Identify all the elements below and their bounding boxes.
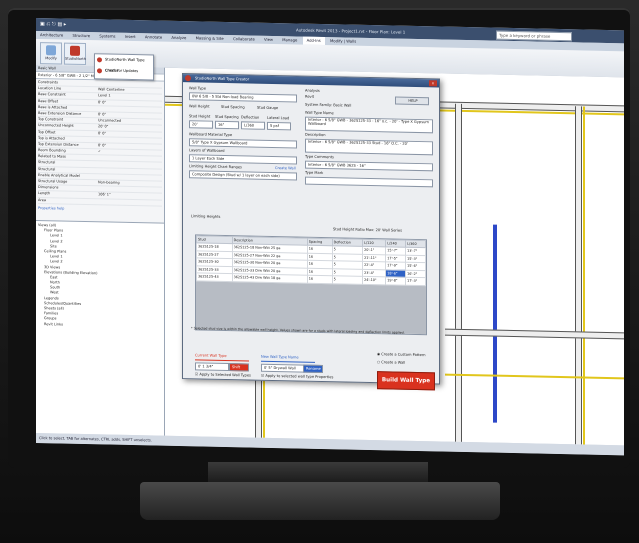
build-wall-type-button[interactable]: Build Wall Type xyxy=(377,371,435,391)
wall-line xyxy=(445,373,624,380)
wall-material-select[interactable]: 5/8" Type X Gypsum Wallboard xyxy=(189,138,297,149)
type-mark-label: Type Mark xyxy=(305,170,324,176)
tab-stud-spacing[interactable]: Stud Spacing xyxy=(221,105,245,109)
menu-item-check-updates[interactable]: Check for Updates xyxy=(95,65,153,77)
option-create-wall[interactable]: ○ Create a Wall xyxy=(377,360,405,365)
current-wall-type-field[interactable]: 0' 1 3/4" xyxy=(195,362,229,372)
radio-label: Create a Custom Pattern xyxy=(381,352,426,358)
description-label: Description xyxy=(305,132,326,138)
new-type-accent xyxy=(261,360,315,363)
new-type-name-field[interactable]: 0' 5" Drywall Wall xyxy=(261,363,305,373)
grid-cell: 24'-10" xyxy=(362,276,386,285)
properties-help-link[interactable]: Properties help xyxy=(38,206,162,213)
monitor-neck xyxy=(208,462,428,484)
deflection-field[interactable]: L/360 xyxy=(241,121,265,130)
update-icon xyxy=(97,68,102,74)
revit-window: ▣ ⎌ ⎋ ▤ ▸ Autodesk Revit 2013 - Project1… xyxy=(36,18,624,456)
tab-stud-gauge[interactable]: Stud Gauge xyxy=(257,106,278,110)
limiting-heights-grid: Stud Description Spacing Deflection L/120 L/2… xyxy=(195,234,427,335)
addin-dropdown: StudioNorth Wall Type Creator Check for … xyxy=(94,53,154,81)
property-name: Area xyxy=(38,197,47,202)
wall-material-label: Wallboard Material Type xyxy=(189,132,233,138)
quick-access-toolbar[interactable]: ▣ ⎌ ⎋ ▤ ▸ xyxy=(40,21,66,28)
wall-line xyxy=(583,106,585,445)
grid-cell: 19'-8" xyxy=(385,276,406,285)
window-title: Autodesk Revit 2013 - Project1.rvt - Flo… xyxy=(296,27,406,35)
checkbox-label: Apply to selected wall type Properties xyxy=(265,373,334,380)
shift-button[interactable]: Shift xyxy=(229,363,249,372)
monitor-stand xyxy=(140,482,500,520)
checkbox-label: Apply to Selected Wall Types xyxy=(199,372,251,378)
stud-height-label: Stud Height xyxy=(189,114,211,119)
rename-button[interactable]: Rename xyxy=(303,364,323,374)
lateral-load-field[interactable]: 5 psf xyxy=(267,121,291,131)
wall-horizontal[interactable] xyxy=(445,328,624,340)
wall-type-label: Wall Type xyxy=(189,86,206,91)
analysis-label: Analysis xyxy=(305,88,320,93)
apply-properties-checkbox[interactable]: ☑ Apply to selected wall type Properties xyxy=(261,374,333,380)
type-mark-field[interactable] xyxy=(305,176,433,188)
layers-select[interactable]: 1 Layer Each Side xyxy=(189,154,297,165)
lateral-load-label: Lateral Load xyxy=(267,115,290,121)
stud-spacing-label: Stud Spacing xyxy=(215,114,239,120)
grid-empty-area xyxy=(196,280,426,334)
radio-label: Create a Wall xyxy=(381,360,406,365)
type-comments-label: Type Comments xyxy=(305,154,334,160)
studionorth-label: StudioNorth xyxy=(65,56,86,62)
limiting-label: Limiting Height Chart Ranges xyxy=(189,164,242,170)
wall-type-name-label: Wall Type Name xyxy=(305,110,334,116)
wall-type-name-field[interactable]: Interior - 6 5/8" GWB - 362S125-33 - 16"… xyxy=(305,116,433,134)
stud-height-field[interactable]: 20' xyxy=(189,120,213,129)
project-browser: Views (all) Floor Plans Level 1 Level 2 Site… xyxy=(36,220,164,436)
properties-panel: Basic Wall Exterior - 6 5/8" GWB - 2 1/2… xyxy=(36,65,165,436)
cursor-icon xyxy=(46,45,56,56)
properties-table: Constraints Location Line Wall Centerline B… xyxy=(36,79,164,213)
apply-selected-checkbox[interactable]: ☑ Apply to Selected Wall Types xyxy=(195,372,251,377)
wall-type-creator-dialog: StudioNorth Wall Type Creator x Wall Typ… xyxy=(182,73,440,391)
grid-cell: 17'-3" xyxy=(405,277,426,286)
family-label: System Family: Basic Wall xyxy=(305,102,352,108)
grid-cell: 362S125-43 xyxy=(196,272,233,282)
close-button[interactable]: x xyxy=(429,80,437,87)
grid-cell: 16 xyxy=(307,275,333,284)
new-type-name-label: New Wall Type Name xyxy=(261,354,299,360)
studionorth-icon xyxy=(70,45,80,56)
current-wall-accent xyxy=(195,359,249,362)
help-button[interactable]: HELP xyxy=(395,96,429,106)
modify-button[interactable]: Modify xyxy=(40,42,62,65)
selected-wall[interactable] xyxy=(493,224,497,423)
studionorth-logo-icon xyxy=(185,75,191,82)
create-wall-link[interactable]: Create Wall xyxy=(275,166,296,170)
layers-label: Layers of Wallboard xyxy=(189,148,225,153)
studionorth-button[interactable]: StudioNorth xyxy=(64,42,86,66)
dialog-title: StudioNorth Wall Type Creator xyxy=(195,76,250,82)
menu-item-label: Check for Updates xyxy=(105,68,139,74)
property-value[interactable] xyxy=(98,199,162,206)
description-field[interactable]: Interior - 6 5/8" GWB - 362S125-33 Stud … xyxy=(305,138,433,156)
wall-type-field[interactable]: 0W 6 5/8 - 5 Std Non-load Bearing xyxy=(189,92,297,103)
type-comments-field[interactable]: Interior - 6 5/8" GWB 362S - 16" xyxy=(305,160,433,172)
search-input[interactable]: Type a keyword or phrase xyxy=(496,30,572,42)
limiting-select[interactable]: Composite Design (Stud w/ 1 layer on eac… xyxy=(189,170,297,181)
grid-caption: Stud Height Ratio Max: 20' Wall Series xyxy=(333,227,402,233)
tab-wall-height[interactable]: Wall Height xyxy=(189,104,210,108)
option-custom-pattern[interactable]: ◉ Create a Custom Pattern xyxy=(377,352,426,357)
current-wall-type-label: Current Wall Type xyxy=(195,353,227,358)
modify-label: Modify xyxy=(45,56,57,61)
stud-spacing-field[interactable]: 16" xyxy=(215,120,239,130)
wall-vertical[interactable] xyxy=(575,106,582,445)
analysis-value: Revit xyxy=(305,94,315,99)
grid-cell: 5 xyxy=(332,275,363,284)
property-row[interactable]: Area xyxy=(38,197,162,207)
wall-vertical[interactable] xyxy=(455,103,462,442)
studionorth-icon xyxy=(97,57,102,63)
limiting-heights-label: Limiting Heights xyxy=(191,214,221,219)
deflection-label: Deflection xyxy=(241,115,260,120)
